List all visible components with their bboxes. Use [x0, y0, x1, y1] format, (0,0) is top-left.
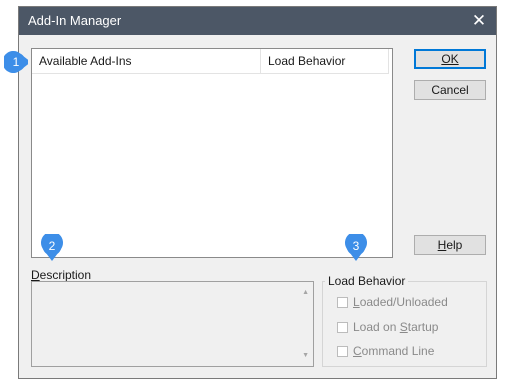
- checkbox-box[interactable]: [337, 322, 348, 333]
- callout-marker-1: 1: [4, 51, 28, 73]
- checkbox-box[interactable]: [337, 297, 348, 308]
- ok-button[interactable]: OK: [414, 49, 486, 69]
- checkbox-loaded-unloaded-mnemonic: L: [353, 295, 360, 309]
- callout-number-1: 1: [13, 55, 20, 69]
- available-addins-list[interactable]: Available Add-Ins Load Behavior: [31, 48, 393, 258]
- column-header-load-behavior[interactable]: Load Behavior: [261, 49, 389, 74]
- checkbox-load-on-startup-label: tartup: [407, 320, 439, 334]
- help-button[interactable]: Help: [414, 235, 486, 255]
- ok-button-label: OK: [441, 52, 459, 66]
- description-label: Description: [31, 268, 91, 282]
- checkbox-command-line-label: ommand Line: [361, 344, 435, 358]
- add-in-manager-dialog: Add-In Manager ✕ Available Add-Ins Load …: [18, 6, 497, 379]
- load-behavior-group-title: Load Behavior: [325, 274, 409, 288]
- column-header-available-addins[interactable]: Available Add-Ins: [32, 49, 261, 74]
- checkbox-loaded-unloaded-label: oaded/Unloaded: [359, 295, 448, 309]
- cancel-button-label: Cancel: [431, 83, 469, 97]
- checkbox-loaded-unloaded[interactable]: Loaded/Unloaded: [337, 295, 448, 309]
- description-box[interactable]: ▲ ▼: [31, 281, 314, 367]
- description-label-mnemonic: D: [31, 268, 40, 282]
- scroll-up-arrow-icon[interactable]: ▲: [302, 289, 309, 296]
- callout-number-3: 3: [353, 239, 360, 253]
- dialog-title: Add-In Manager: [28, 13, 122, 28]
- checkbox-load-on-startup-prefix: Load on: [353, 320, 400, 334]
- scroll-down-arrow-icon[interactable]: ▼: [302, 352, 309, 359]
- callout-marker-2: 2: [41, 234, 63, 261]
- checkbox-command-line-mnemonic: C: [353, 344, 362, 358]
- callout-number-2: 2: [49, 239, 56, 253]
- title-bar[interactable]: Add-In Manager ✕: [19, 7, 496, 35]
- description-label-text: escription: [39, 268, 92, 282]
- cancel-button[interactable]: Cancel: [414, 80, 486, 100]
- checkbox-box[interactable]: [337, 346, 348, 357]
- checkbox-load-on-startup-mnemonic: S: [399, 320, 408, 334]
- help-button-label: elp: [446, 238, 463, 252]
- callout-marker-3: 3: [345, 234, 367, 261]
- checkbox-command-line[interactable]: Command Line: [337, 344, 434, 358]
- checkbox-load-on-startup[interactable]: Load on Startup: [337, 320, 438, 334]
- close-button[interactable]: ✕: [462, 7, 496, 35]
